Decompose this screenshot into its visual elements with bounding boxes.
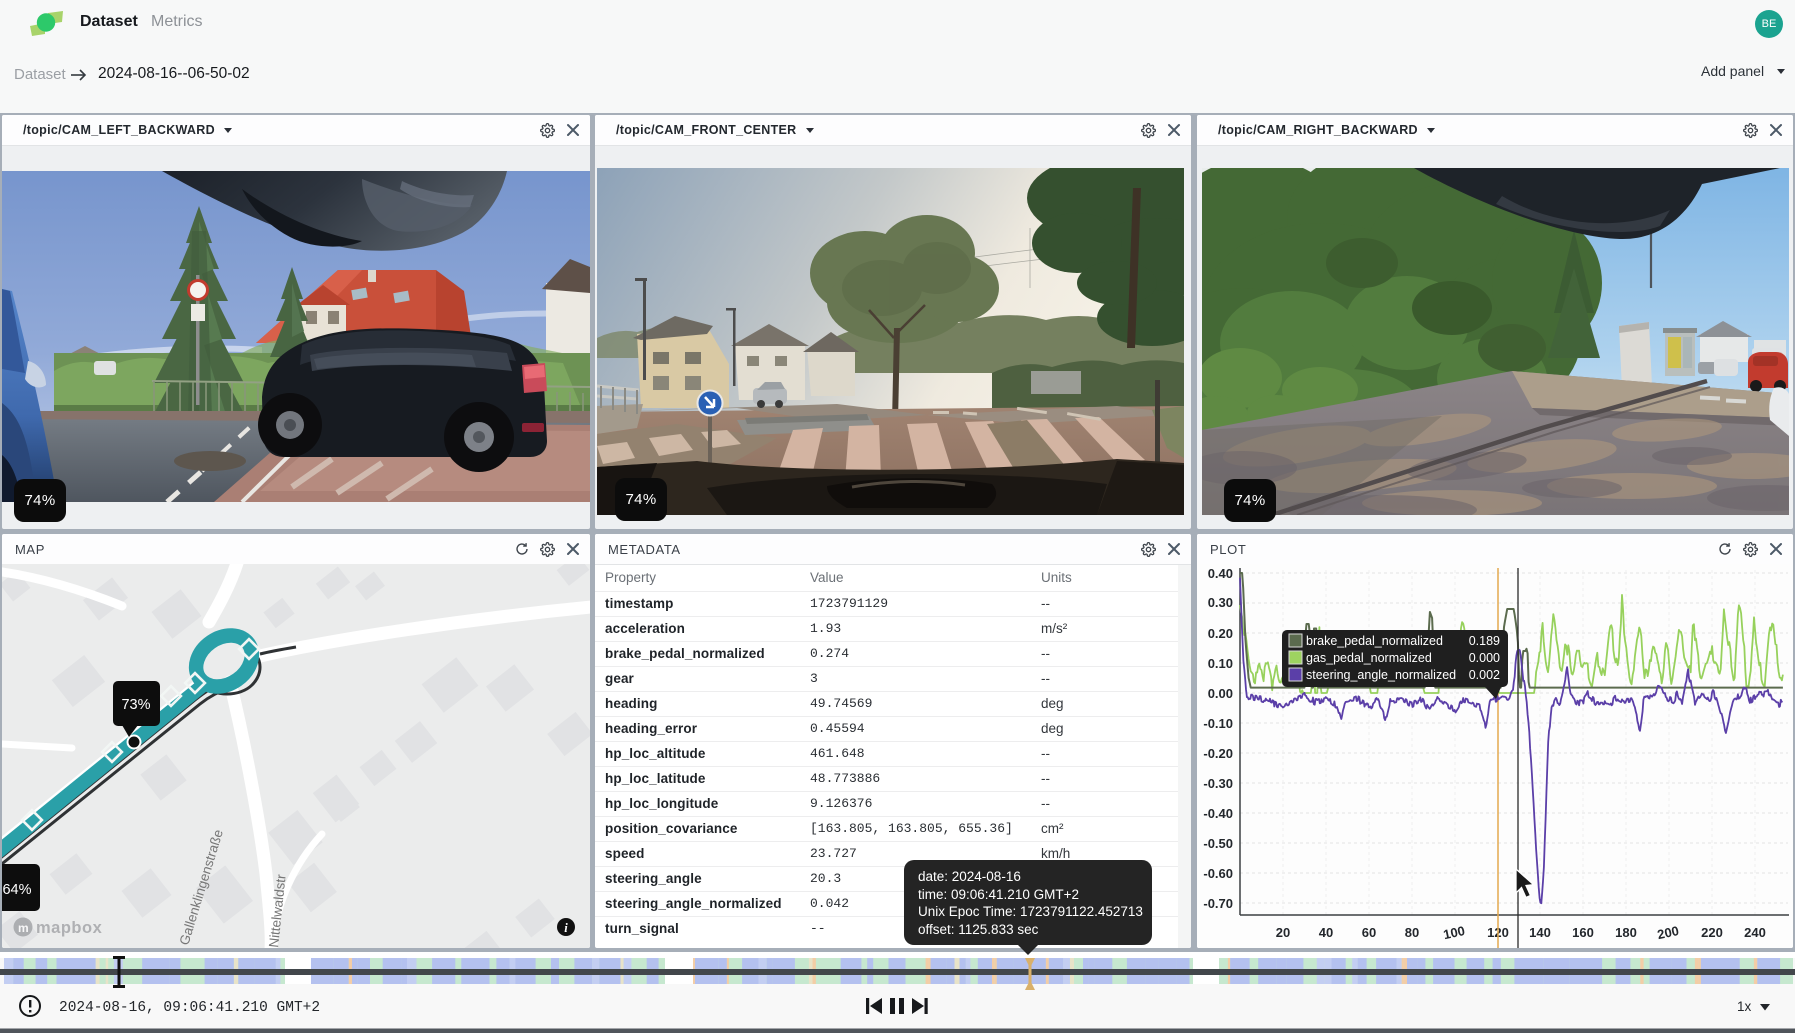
svg-text:-0.70: -0.70 — [1203, 896, 1233, 911]
svg-text:-0.20: -0.20 — [1203, 746, 1233, 761]
svg-text:0.00: 0.00 — [1208, 686, 1233, 701]
svg-text:73%: 73% — [121, 697, 150, 713]
svg-text:0.189: 0.189 — [1469, 634, 1500, 648]
svg-text:40: 40 — [1319, 925, 1333, 940]
svg-text:m: m — [18, 921, 29, 935]
svg-text:-0.10: -0.10 — [1203, 716, 1233, 731]
svg-text:180: 180 — [1615, 925, 1637, 940]
svg-text:0.002: 0.002 — [1469, 668, 1500, 682]
svg-text:240: 240 — [1744, 925, 1766, 940]
svg-text:2024-08-16, 09:06:41.210 GMT+2: 2024-08-16, 09:06:41.210 GMT+2 — [59, 1000, 320, 1016]
svg-text:0.10: 0.10 — [1208, 656, 1233, 671]
svg-text:0.20: 0.20 — [1208, 626, 1233, 641]
svg-text:140: 140 — [1529, 925, 1551, 940]
svg-text:-0.40: -0.40 — [1203, 806, 1233, 821]
svg-text:mapbox: mapbox — [36, 919, 103, 937]
svg-text:gas_pedal_normalized: gas_pedal_normalized — [1306, 651, 1432, 665]
svg-text:80: 80 — [1405, 925, 1419, 940]
svg-text:64%: 64% — [2, 882, 31, 898]
svg-text:0.000: 0.000 — [1469, 651, 1500, 665]
svg-text:-0.60: -0.60 — [1203, 866, 1233, 881]
svg-text:160: 160 — [1572, 925, 1594, 940]
svg-text:1x: 1x — [1737, 999, 1752, 1014]
svg-text:220: 220 — [1701, 925, 1723, 940]
svg-text:brake_pedal_normalized: brake_pedal_normalized — [1306, 634, 1443, 648]
svg-text:-0.30: -0.30 — [1203, 776, 1233, 791]
svg-text:0.40: 0.40 — [1208, 566, 1233, 581]
svg-text:steering_angle_normalized: steering_angle_normalized — [1306, 668, 1456, 682]
svg-text:0.30: 0.30 — [1208, 595, 1233, 610]
svg-text:20: 20 — [1276, 925, 1290, 940]
svg-text:60: 60 — [1362, 925, 1376, 940]
svg-text:i: i — [564, 921, 568, 935]
svg-text:-0.50: -0.50 — [1203, 836, 1233, 851]
